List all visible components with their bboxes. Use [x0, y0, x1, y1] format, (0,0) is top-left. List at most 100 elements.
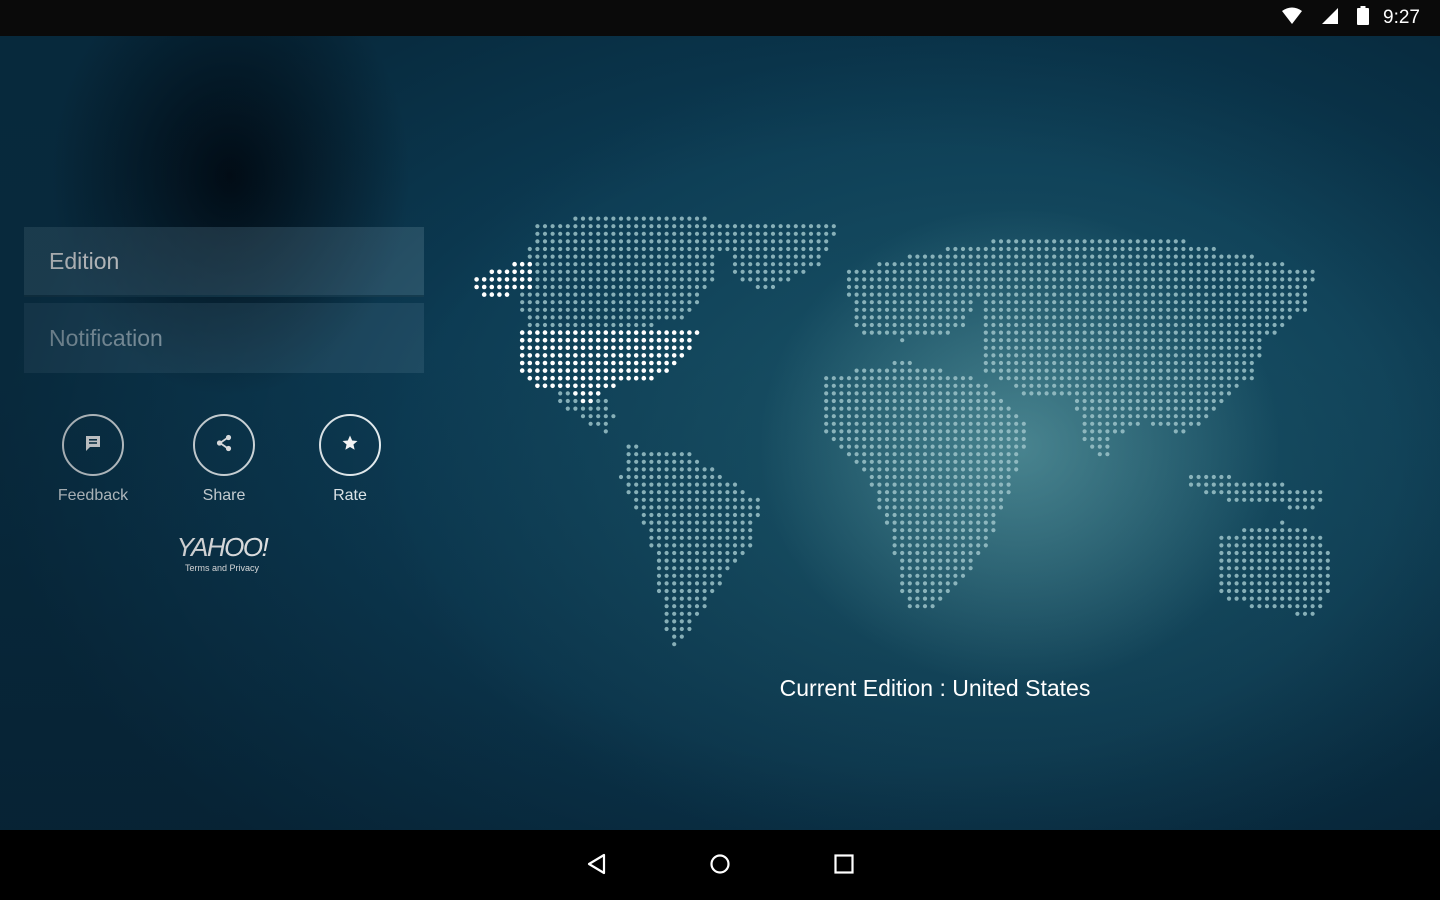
map-dot [1310, 535, 1315, 540]
map-dot [1204, 360, 1209, 366]
map-dot [748, 262, 753, 267]
recents-button[interactable] [824, 846, 864, 886]
share-circle[interactable] [193, 414, 255, 476]
map-dot [1036, 307, 1042, 312]
map-dot [884, 398, 890, 404]
map-dot-highlight [671, 353, 677, 358]
map-dot [1074, 360, 1080, 366]
map-dot [542, 262, 548, 267]
map-dot-highlight [687, 345, 692, 351]
map-dot [998, 467, 1004, 472]
map-dot [1014, 277, 1019, 282]
map-dot [702, 566, 707, 571]
back-button[interactable] [577, 846, 617, 886]
feedback-button[interactable]: Feedback [33, 414, 153, 505]
map-dot [854, 444, 859, 449]
map-dot [1112, 292, 1118, 297]
map-dot [1280, 604, 1285, 609]
map-dot [1257, 338, 1262, 343]
map-dot [694, 459, 700, 464]
map-dot [839, 436, 844, 442]
map-dot [732, 497, 738, 502]
map-dot [945, 535, 950, 540]
map-dot [930, 322, 935, 328]
map-dot [869, 376, 874, 381]
menu-item-edition[interactable]: Edition [24, 227, 424, 297]
map-dot [656, 581, 662, 586]
rate-circle[interactable] [319, 414, 381, 476]
map-dot [1059, 307, 1064, 312]
map-dot [869, 467, 874, 472]
map-dot [679, 224, 684, 229]
map-dot [1143, 300, 1148, 305]
map-dot [573, 398, 578, 404]
map-dot [824, 414, 829, 419]
map-dot [1006, 300, 1011, 305]
map-dot [1181, 353, 1186, 358]
map-dot [945, 436, 950, 442]
map-dot [580, 239, 586, 244]
map-dot [649, 482, 654, 487]
map-dot [732, 269, 738, 274]
map-dot [1059, 345, 1064, 350]
map-dot [976, 497, 981, 502]
map-dot [983, 528, 988, 533]
map-dot [664, 459, 669, 464]
map-dot [968, 414, 973, 419]
terms-privacy-link[interactable]: Terms and Privacy [162, 563, 282, 573]
map-dot [877, 406, 882, 411]
map-dot [991, 398, 996, 404]
map-dot [998, 459, 1004, 464]
world-map[interactable] [465, 181, 1425, 651]
map-dot [558, 315, 563, 320]
map-dot [1128, 307, 1133, 312]
map-dot [664, 307, 669, 312]
map-dot [1014, 444, 1019, 449]
map-dot [991, 284, 996, 290]
map-dot [1158, 338, 1163, 343]
map-dot [573, 262, 578, 267]
map-dot [778, 224, 783, 229]
map-dot-highlight [504, 277, 510, 282]
map-dot [1128, 254, 1133, 259]
feedback-circle[interactable] [62, 414, 124, 476]
map-dot [694, 581, 700, 586]
map-dot [900, 528, 905, 533]
share-button[interactable]: Share [164, 414, 284, 505]
map-dot [862, 330, 867, 335]
rate-button[interactable]: Rate [290, 414, 410, 505]
home-button[interactable] [700, 846, 740, 886]
map-dot [983, 292, 988, 297]
map-dot [1173, 345, 1178, 350]
highlight-region-united-states[interactable] [474, 261, 700, 404]
map-dot [1105, 444, 1110, 449]
map-dot [641, 459, 646, 464]
map-dot [991, 262, 996, 267]
map-dot [1044, 338, 1049, 343]
map-dot [763, 277, 768, 282]
map-dot [1021, 315, 1026, 320]
map-dot [915, 429, 920, 434]
map-dot [580, 216, 586, 221]
map-dot [649, 497, 654, 502]
map-dot [900, 406, 905, 411]
map-dot [1143, 376, 1148, 381]
map-dot [702, 224, 707, 229]
map-dot [1052, 322, 1057, 328]
map-dot [634, 459, 639, 464]
map-dot [725, 505, 730, 510]
map-dot [960, 292, 966, 297]
map-dot [679, 216, 684, 221]
map-dot [649, 292, 654, 297]
map-dot [618, 231, 624, 236]
map-dot [1052, 269, 1057, 274]
map-dot [656, 535, 662, 540]
map-dot [953, 436, 958, 442]
map-dot [1097, 398, 1102, 404]
map-dot [1257, 330, 1262, 335]
map-dot [1242, 497, 1247, 502]
map-dot [596, 224, 601, 229]
map-dot [930, 292, 935, 297]
map-dot [1120, 262, 1125, 267]
menu-item-notification[interactable]: Notification [24, 303, 424, 373]
